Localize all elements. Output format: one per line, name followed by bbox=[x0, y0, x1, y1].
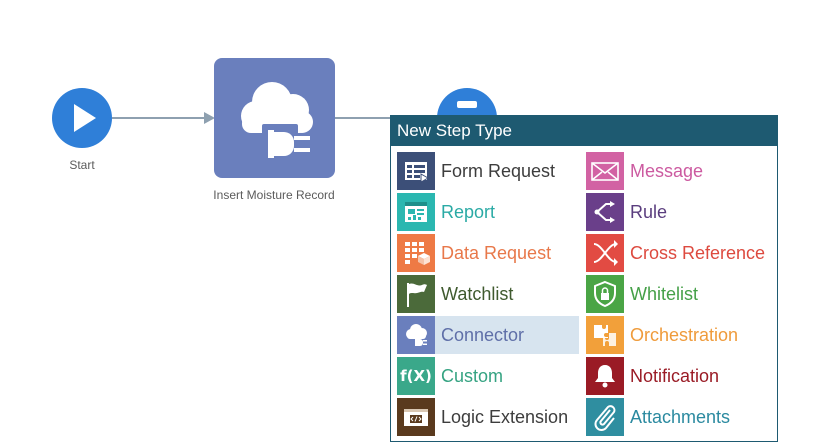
step-type-cross-reference[interactable]: Cross Reference bbox=[586, 234, 771, 272]
step-type-report[interactable]: Report bbox=[397, 193, 577, 231]
bell-icon bbox=[586, 357, 624, 395]
step-type-rule[interactable]: Rule bbox=[586, 193, 771, 231]
new-step-type-popup: New Step Type Form Request Report Data R… bbox=[390, 115, 778, 442]
step-type-label: Notification bbox=[630, 365, 720, 386]
code-window-icon bbox=[397, 398, 435, 436]
puzzle-icon bbox=[586, 316, 624, 354]
cross-reference-icon bbox=[586, 234, 624, 272]
step-type-custom[interactable]: f(X) Custom bbox=[397, 357, 577, 395]
step-type-label: Whitelist bbox=[630, 283, 699, 304]
step-type-label: Message bbox=[630, 160, 704, 181]
start-node[interactable] bbox=[52, 88, 112, 148]
cloud-plug-icon bbox=[241, 82, 313, 158]
step-type-logic-extension[interactable]: Logic Extension bbox=[397, 398, 582, 436]
step-type-form-request[interactable]: Form Request bbox=[397, 152, 577, 190]
insert-moisture-record-node[interactable] bbox=[214, 58, 335, 178]
play-icon bbox=[74, 104, 96, 132]
step-type-label: Data Request bbox=[441, 242, 552, 263]
cloud-plug-icon bbox=[397, 316, 435, 354]
step-type-label: Custom bbox=[441, 365, 504, 386]
connector-start-to-step bbox=[112, 117, 208, 119]
step-type-label: Rule bbox=[630, 201, 668, 222]
step-type-label: Connector bbox=[441, 324, 525, 345]
flag-icon bbox=[397, 275, 435, 313]
popup-title: New Step Type bbox=[391, 116, 777, 146]
step-type-connector[interactable]: Connector bbox=[397, 316, 579, 354]
branch-icon bbox=[586, 193, 624, 231]
step-type-data-request[interactable]: Data Request bbox=[397, 234, 577, 272]
start-label: Start bbox=[69, 158, 95, 172]
function-icon: f(X) bbox=[397, 357, 435, 395]
document-icon bbox=[457, 101, 477, 108]
form-request-icon bbox=[397, 152, 435, 190]
envelope-icon bbox=[586, 152, 624, 190]
step-label: Insert Moisture Record bbox=[213, 188, 335, 202]
step-type-label: Form Request bbox=[441, 160, 556, 181]
paperclip-icon bbox=[586, 398, 624, 436]
report-icon bbox=[397, 193, 435, 231]
step-type-label: Orchestration bbox=[630, 324, 739, 345]
step-type-label: Logic Extension bbox=[441, 406, 569, 427]
data-request-icon bbox=[397, 234, 435, 272]
step-type-orchestration[interactable]: Orchestration bbox=[586, 316, 771, 354]
step-type-notification[interactable]: Notification bbox=[586, 357, 771, 395]
step-type-attachments[interactable]: Attachments bbox=[586, 398, 771, 436]
step-type-label: Watchlist bbox=[441, 283, 514, 304]
step-type-whitelist[interactable]: Whitelist bbox=[586, 275, 771, 313]
shield-lock-icon bbox=[586, 275, 624, 313]
step-type-label: Cross Reference bbox=[630, 242, 766, 263]
step-type-watchlist[interactable]: Watchlist bbox=[397, 275, 577, 313]
step-type-label: Attachments bbox=[630, 406, 731, 427]
step-type-message[interactable]: Message bbox=[586, 152, 771, 190]
step-type-label: Report bbox=[441, 201, 496, 222]
